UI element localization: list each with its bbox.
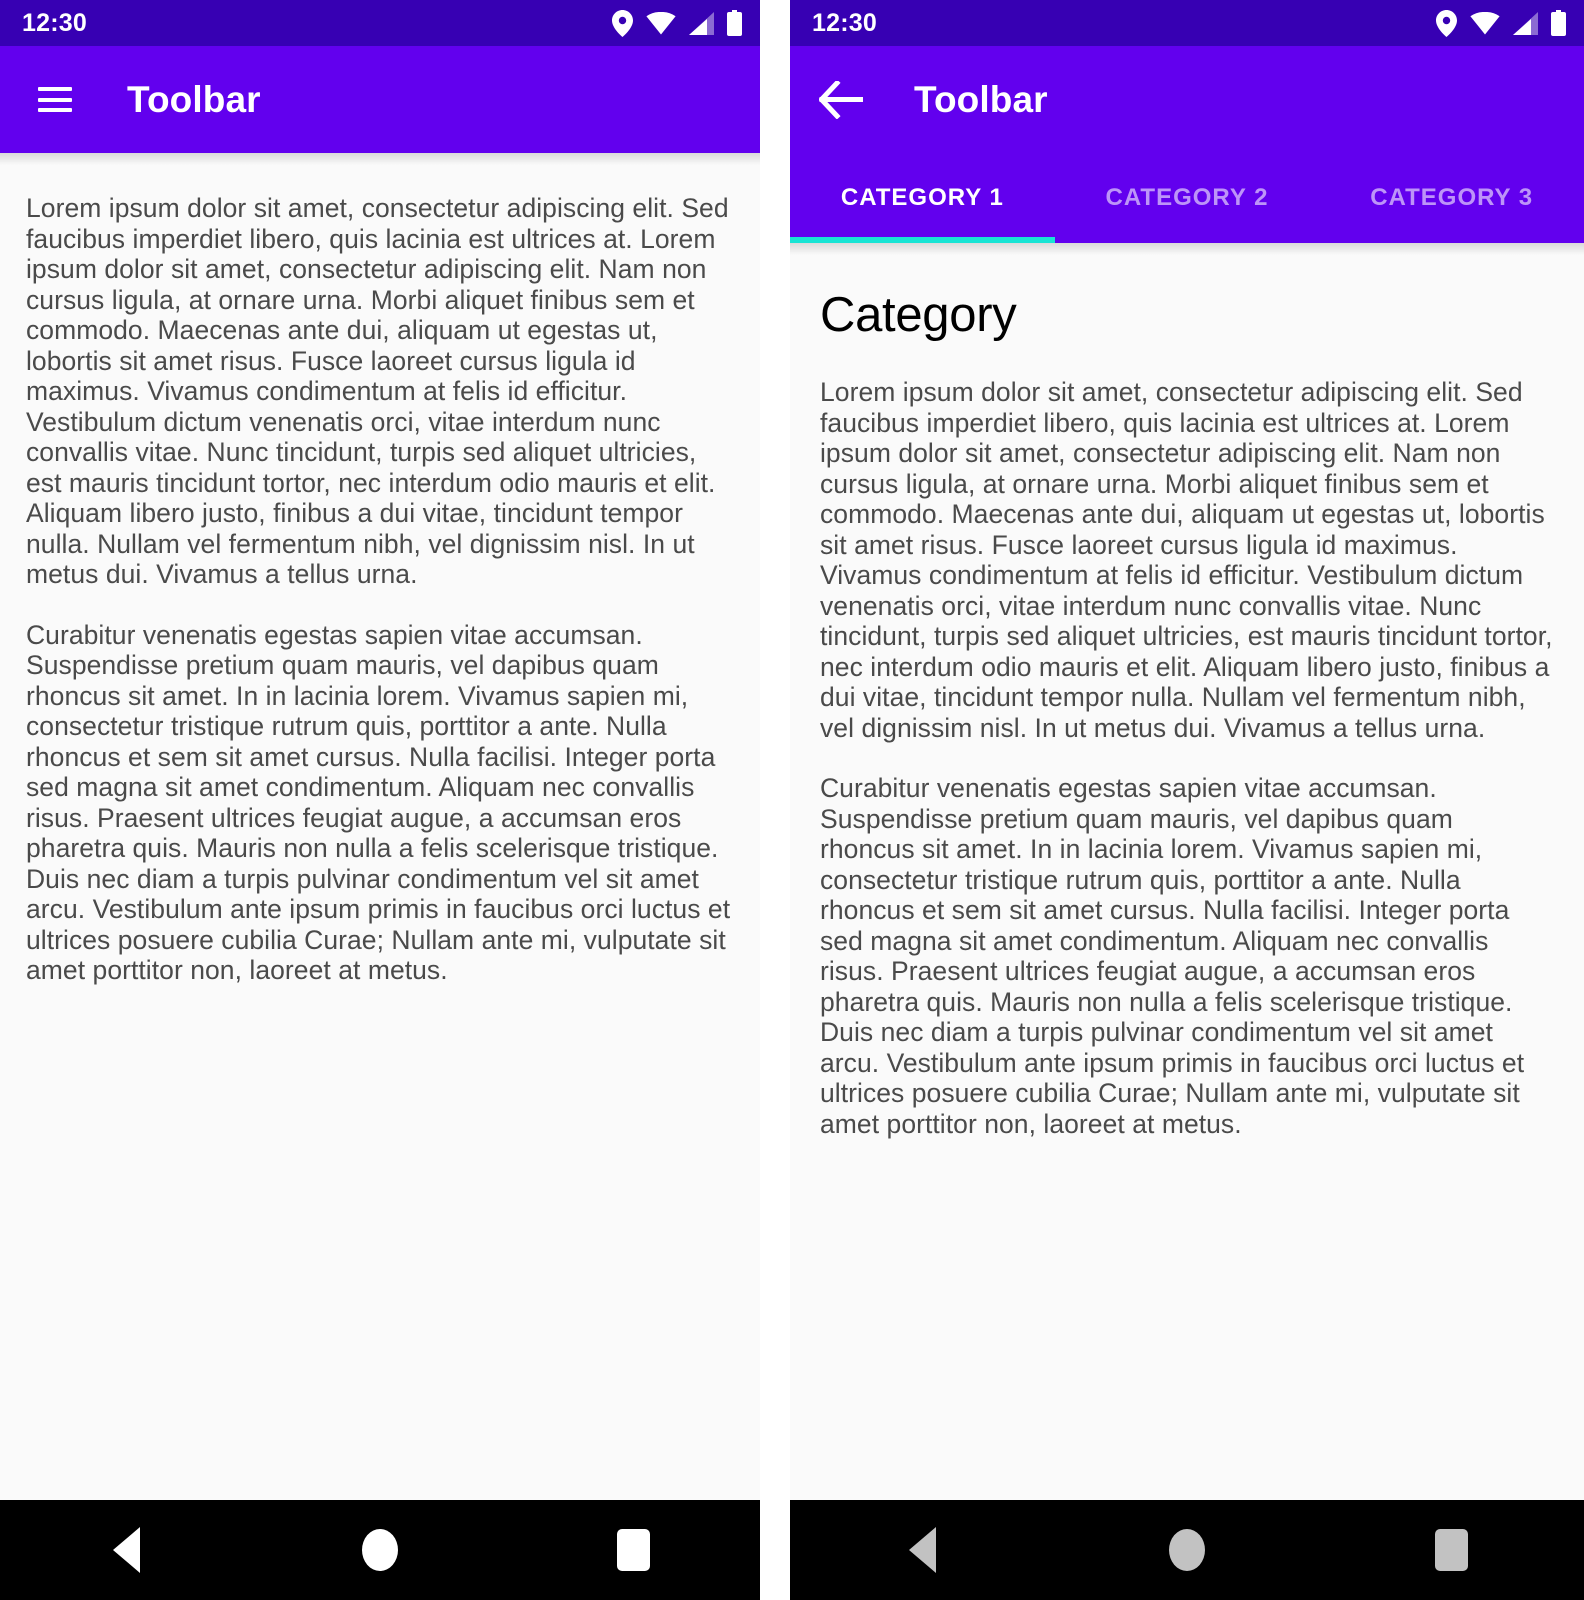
left-phone-screen: 12:30 Toolbar Lorem ipsum dolor sit amet… — [0, 0, 760, 1600]
content-area-right[interactable]: Category Lorem ipsum dolor sit amet, con… — [790, 243, 1584, 1500]
battery-icon — [727, 10, 742, 36]
hamburger-menu-icon — [38, 87, 72, 112]
nav-back-button[interactable] — [67, 1500, 187, 1600]
location-pin-icon — [1436, 9, 1457, 37]
tab-category-2[interactable]: CATEGORY 2 — [1055, 153, 1320, 243]
wifi-icon — [646, 11, 676, 35]
back-arrow-icon — [819, 80, 863, 119]
status-bar-clock: 12:30 — [22, 8, 87, 37]
status-bar-right: 12:30 — [790, 0, 1584, 46]
back-navigation-button[interactable] — [815, 74, 867, 126]
wifi-icon — [1470, 11, 1500, 35]
status-bar-left: 12:30 — [0, 0, 760, 46]
nav-home-button[interactable] — [320, 1500, 440, 1600]
home-circle-icon — [361, 1529, 398, 1571]
screenshot-stage: 12:30 Toolbar Lorem ipsum dolor sit amet… — [0, 0, 1584, 1600]
toolbar-right: Toolbar — [790, 46, 1584, 153]
tab-category-1[interactable]: CATEGORY 1 — [790, 153, 1055, 243]
android-navigation-bar-right — [790, 1500, 1584, 1600]
back-triangle-icon — [908, 1527, 936, 1573]
battery-icon — [1551, 10, 1566, 36]
content-inner-right: Category Lorem ipsum dolor sit amet, con… — [790, 243, 1584, 1139]
recents-square-icon — [616, 1529, 650, 1571]
content-area-left[interactable]: Lorem ipsum dolor sit amet, consectetur … — [0, 153, 760, 1500]
android-navigation-bar-left — [0, 1500, 760, 1600]
cellular-signal-icon — [1513, 11, 1538, 35]
toolbar-title-right: Toolbar — [914, 78, 1048, 120]
category-tab-bar: CATEGORY 1 CATEGORY 2 CATEGORY 3 — [790, 153, 1584, 243]
home-circle-icon — [1168, 1529, 1205, 1571]
nav-home-button[interactable] — [1127, 1500, 1247, 1600]
nav-recents-button[interactable] — [1392, 1500, 1512, 1600]
location-pin-icon — [612, 9, 633, 37]
body-paragraph: Curabitur venenatis egestas sapien vitae… — [26, 619, 731, 986]
body-paragraph: Lorem ipsum dolor sit amet, consectetur … — [820, 377, 1553, 743]
hamburger-menu-button[interactable] — [29, 74, 81, 126]
status-bar-icon-group — [1436, 9, 1566, 37]
body-paragraph: Curabitur venenatis egestas sapien vitae… — [820, 773, 1525, 1139]
page-title: Category — [820, 288, 1017, 342]
body-paragraph: Lorem ipsum dolor sit amet, consectetur … — [26, 193, 729, 589]
right-phone-screen: 12:30 Toolbar CATEGORY 1 CATEGORY 2 CATE… — [790, 0, 1584, 1600]
nav-recents-button[interactable] — [573, 1500, 693, 1600]
cellular-signal-icon — [689, 11, 714, 35]
recents-square-icon — [1435, 1529, 1469, 1571]
toolbar-left: Toolbar — [0, 46, 760, 153]
back-triangle-icon — [113, 1527, 141, 1573]
status-bar-icon-group — [612, 9, 742, 37]
content-inner-left: Lorem ipsum dolor sit amet, consectetur … — [0, 153, 760, 986]
tab-category-3[interactable]: CATEGORY 3 — [1319, 153, 1584, 243]
toolbar-title-left: Toolbar — [127, 78, 261, 120]
nav-back-button[interactable] — [862, 1500, 982, 1600]
panel-divider-gap — [760, 0, 790, 1600]
status-bar-clock: 12:30 — [812, 8, 877, 37]
